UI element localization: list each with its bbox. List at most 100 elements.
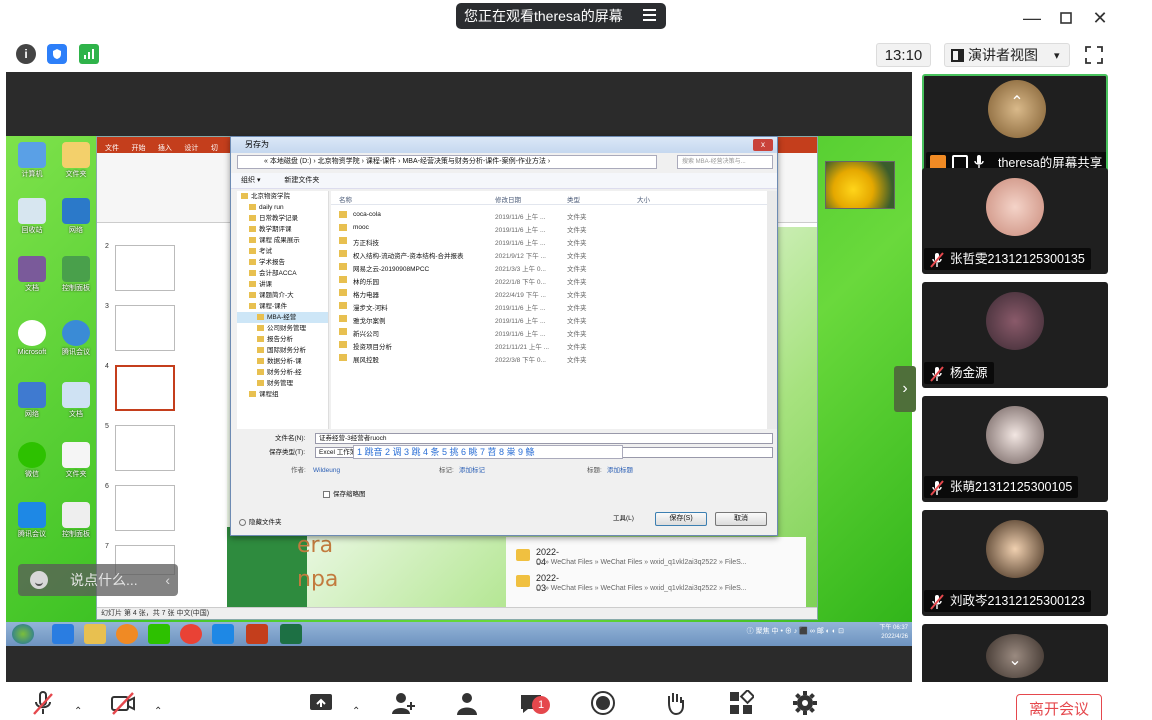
ppt-tab[interactable]: 开始 (131, 145, 145, 152)
slide-thumbnail[interactable] (115, 305, 175, 351)
desktop-icon[interactable]: 文档 (54, 382, 98, 436)
chevron-up-icon[interactable]: ⌃ (154, 706, 166, 717)
tree-item[interactable]: 财务管理 (237, 378, 328, 389)
participant-tile[interactable]: 张哲雯21312125300135 (922, 168, 1108, 274)
tree-item[interactable]: 课程 成果展示 (237, 235, 328, 246)
camera-off-icon[interactable] (110, 690, 136, 716)
collapse-panel-button[interactable]: › (894, 366, 916, 412)
ime-candidates[interactable]: 1 跳音 2 调 3 跳 4 条 5 挑 6 眺 7 苕 8 粜 9 鲦 (357, 447, 535, 457)
close-button[interactable]: ✕ (1088, 6, 1112, 30)
desktop-icon[interactable]: 微信 (10, 442, 54, 496)
apps-icon[interactable] (728, 688, 756, 716)
organize-button[interactable]: 组织 ▾ (241, 177, 260, 184)
file-list-scrollbar[interactable] (767, 191, 777, 429)
emoji-icon[interactable] (30, 571, 48, 589)
ppt-tab[interactable]: 插入 (158, 145, 172, 152)
address-bar[interactable]: « 本地磁盘 (D:) › 北京物资学院 › 课程-课件 › MBA-经营决策与… (237, 155, 657, 169)
file-row[interactable]: 网易之云-20190908MPCC 2021/3/3 上午 0... 文件夹 (331, 261, 767, 273)
file-row[interactable]: 新兴公司 2019/11/6 上午 ... 文件夹 (331, 326, 767, 338)
chevron-left-icon[interactable]: ‹ (165, 564, 170, 596)
maximize-button[interactable] (1054, 6, 1078, 30)
thumbnail-checkbox[interactable]: 保存缩略图 (323, 489, 366, 500)
column-size[interactable]: 大小 (637, 194, 650, 204)
column-name[interactable]: 名称 (339, 194, 352, 204)
ppt-tab[interactable]: 文件 (105, 145, 119, 152)
cancel-button[interactable]: 取消 (715, 512, 767, 526)
tree-item[interactable]: 课程组 (237, 389, 328, 400)
mic-muted-icon[interactable] (30, 690, 56, 716)
tree-item[interactable]: 讲课 (237, 279, 328, 290)
file-row[interactable]: 格力电器 2022/4/19 下午 ... 文件夹 (331, 287, 767, 299)
slide-thumbnail[interactable] (115, 245, 175, 291)
author-value[interactable]: Wildeung (313, 465, 340, 476)
slide-thumbnail-selected[interactable] (115, 365, 175, 411)
info-icon[interactable]: i (16, 44, 36, 64)
tree-item[interactable]: 数据分析-课 (237, 356, 328, 367)
tree-item[interactable]: 国际财务分析 (237, 345, 328, 356)
powerpoint-icon[interactable] (246, 624, 268, 644)
tag-value[interactable]: 添加标记 (459, 465, 485, 476)
participant-tile[interactable]: 杨金源 (922, 282, 1108, 388)
fullscreen-icon[interactable] (1084, 45, 1104, 65)
start-button[interactable] (12, 624, 34, 644)
wechat-icon[interactable] (148, 624, 170, 644)
desktop-icon[interactable]: 控制面板 (54, 502, 98, 556)
file-row[interactable]: 林的乐园 2022/1/8 下午 0... 文件夹 (331, 274, 767, 286)
desktop-icon[interactable]: 腾讯会议 (54, 320, 98, 374)
ppt-tab[interactable]: 设计 (184, 145, 198, 152)
chrome-icon[interactable] (180, 624, 202, 644)
tree-item[interactable]: 日常教学记录 (237, 213, 328, 224)
new-folder-button[interactable]: 新建文件夹 (284, 177, 319, 184)
search-input[interactable]: 搜索 MBA-经营决策与... (677, 155, 773, 169)
share-screen-icon[interactable] (308, 690, 334, 716)
tree-item[interactable]: 教学期评课 (237, 224, 328, 235)
minimize-button[interactable]: — (1020, 6, 1044, 30)
desktop-icon[interactable]: 回收站 (10, 198, 54, 252)
chevron-down-icon[interactable]: ⌄ (1004, 650, 1026, 669)
media-player-icon[interactable] (116, 624, 138, 644)
tree-item[interactable]: 学术报告 (237, 257, 328, 268)
desktop-icon[interactable]: 腾讯会议 (10, 502, 54, 556)
tools-dropdown[interactable]: 工具(L) (613, 513, 634, 524)
file-row[interactable]: mooc 2019/11/6 上午 ... 文件夹 (331, 222, 767, 234)
file-row[interactable]: 投资项目分析 2021/11/21 上午 ... 文件夹 (331, 339, 767, 351)
slide-thumbnail[interactable] (115, 425, 175, 471)
desktop-icon[interactable]: 控制面板 (54, 256, 98, 310)
meeting-app-icon[interactable] (212, 624, 234, 644)
settings-gear-icon[interactable] (792, 690, 818, 716)
tree-item[interactable]: 课题简介-大 (237, 290, 328, 301)
chevron-up-icon[interactable]: ⌃ (74, 706, 86, 717)
desktop-icon[interactable]: 计算机 (10, 142, 54, 196)
raise-hand-icon[interactable] (662, 690, 688, 716)
signal-icon[interactable] (79, 44, 99, 64)
file-row[interactable]: coca-cola 2019/11/6 上午 ... 文件夹 (331, 209, 767, 221)
participant-tile[interactable]: ⌃ theresa的屏幕共享 (922, 74, 1108, 180)
title-value[interactable]: 添加标题 (607, 465, 633, 476)
leave-meeting-button[interactable]: 离开会议 (1016, 694, 1102, 720)
tree-item[interactable]: MBA-经营 (237, 312, 328, 323)
desktop-icon[interactable]: 文件夹 (54, 442, 98, 496)
participant-tile[interactable]: 张萌21312125300105 (922, 396, 1108, 502)
tree-item[interactable]: daily run (237, 202, 328, 213)
desktop-icon[interactable]: 文件夹 (54, 142, 98, 196)
system-tray[interactable]: ⓘ 聚焦 中 • ⊕ ♪ ⬛ ∞ 邮 ◐ ◐ ⊡ (747, 626, 844, 636)
file-row[interactable]: 雅戈尔案例 2019/11/6 上午 ... 文件夹 (331, 313, 767, 325)
invite-icon[interactable] (390, 690, 416, 716)
save-button[interactable]: 保存(S) (655, 512, 707, 526)
chevron-up-icon[interactable]: ⌃ (1006, 92, 1028, 111)
desktop-icon[interactable]: Microsoft (10, 320, 54, 374)
participant-tile[interactable]: ⌄ (922, 624, 1108, 682)
participants-icon[interactable] (454, 690, 480, 716)
slide-thumbnail[interactable] (115, 485, 175, 531)
file-row[interactable]: 方正科技 2019/11/6 上午 ... 文件夹 (331, 235, 767, 247)
desktop-icon[interactable]: 网络 (10, 382, 54, 436)
chevron-up-icon[interactable]: ⌃ (352, 706, 364, 717)
participant-tile[interactable]: 刘政岑21312125300123 (922, 510, 1108, 616)
column-type[interactable]: 类型 (567, 194, 580, 204)
ppt-tab[interactable]: 切 (211, 145, 218, 152)
column-date[interactable]: 修改日期 (495, 194, 521, 204)
file-row[interactable]: 权入结构-流动资产-资本结构-合并报表 2021/9/12 下午 ... 文件夹 (331, 248, 767, 260)
tree-item[interactable]: 课程-课件 (237, 301, 328, 312)
excel-icon[interactable] (280, 624, 302, 644)
view-mode-dropdown[interactable]: 演讲者视图 ▾ (944, 43, 1070, 67)
